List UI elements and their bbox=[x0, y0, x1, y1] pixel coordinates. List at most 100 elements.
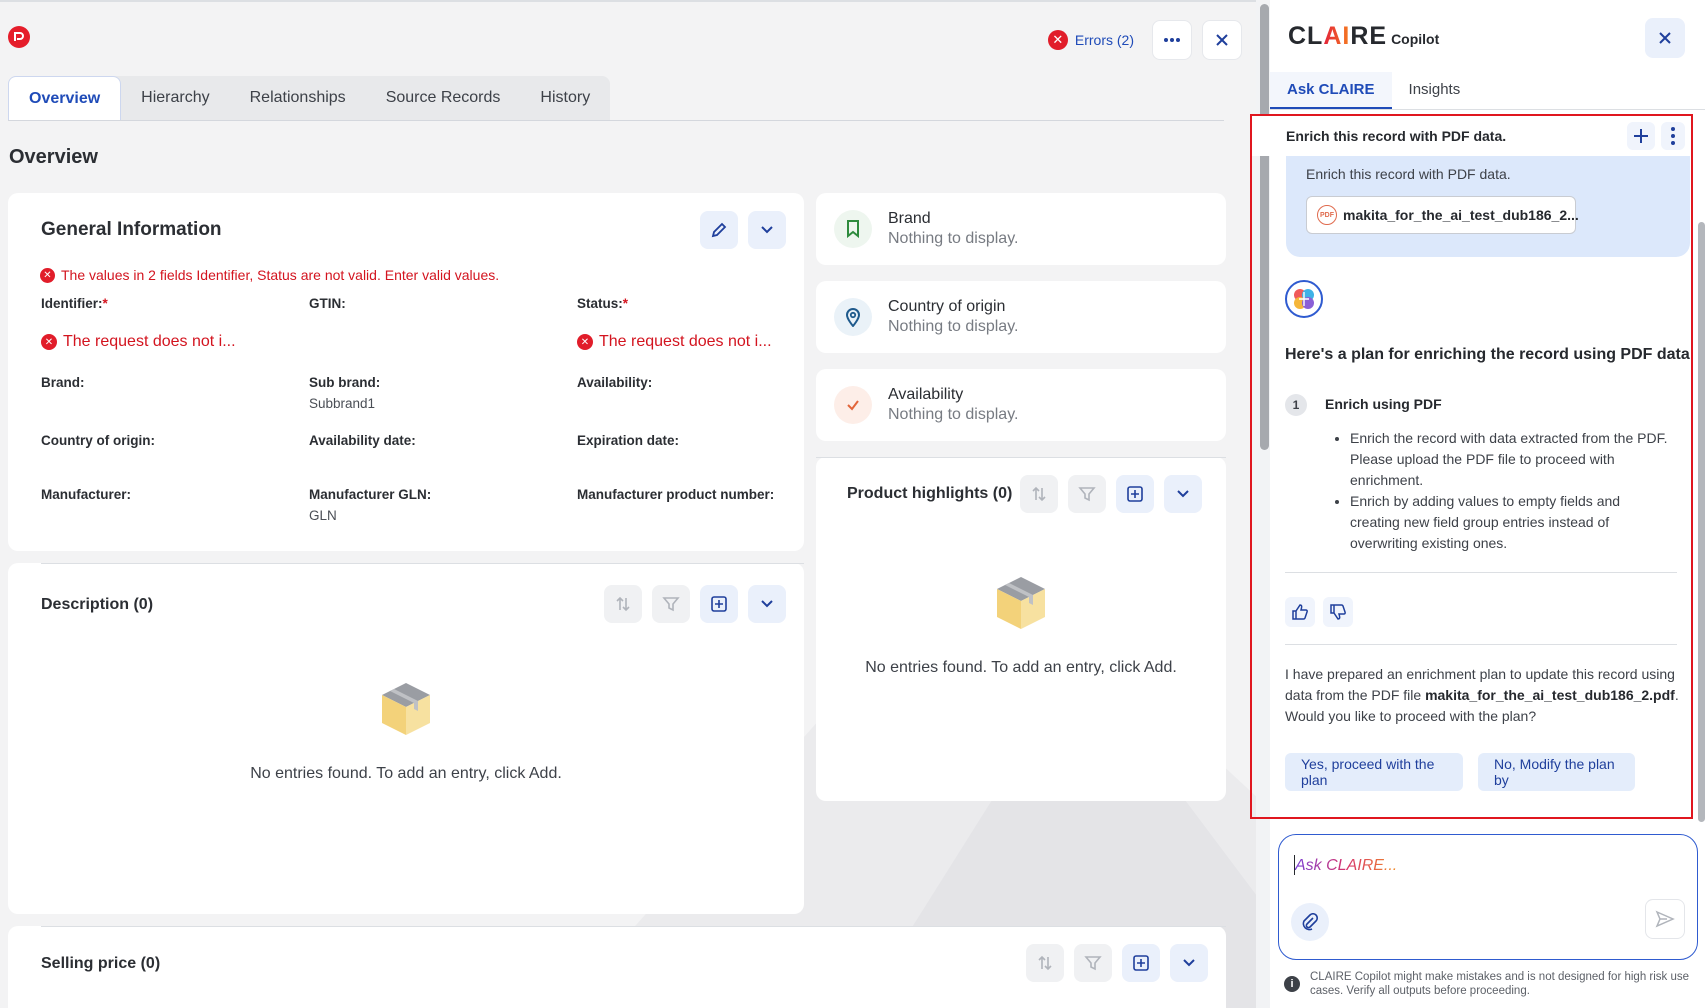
close-record-button[interactable] bbox=[1202, 20, 1242, 60]
attach-file-button[interactable] bbox=[1291, 903, 1329, 941]
new-conversation-button[interactable] bbox=[1627, 122, 1655, 150]
availability-card-title: Availability bbox=[888, 386, 964, 403]
more-vertical-icon bbox=[1671, 127, 1675, 145]
more-options-button[interactable] bbox=[1152, 20, 1192, 60]
thumbs-down-button[interactable] bbox=[1323, 597, 1353, 627]
field-manufacturer-product-number: Manufacturer product number: bbox=[577, 487, 774, 502]
sort-button[interactable] bbox=[1026, 944, 1064, 982]
required-marker: * bbox=[102, 296, 108, 311]
country-of-origin-card-title: Country of origin bbox=[888, 298, 1006, 315]
pencil-icon bbox=[711, 222, 727, 238]
conversation-title: Enrich this record with PDF data. bbox=[1286, 128, 1507, 144]
brand-label: Brand: bbox=[41, 375, 85, 390]
copilot-tabs: Ask CLAIRE Insights bbox=[1270, 72, 1705, 110]
manufacturer-product-number-label: Manufacturer product number: bbox=[577, 487, 775, 502]
error-icon: ✕ bbox=[41, 334, 57, 350]
modify-plan-button[interactable]: No, Modify the plan by bbox=[1478, 753, 1635, 791]
add-square-icon bbox=[711, 596, 727, 612]
conversation-header: Enrich this record with PDF data. bbox=[1252, 116, 1691, 156]
close-copilot-button[interactable] bbox=[1645, 18, 1685, 58]
thumbs-up-icon bbox=[1292, 604, 1308, 620]
brand-card: Brand Nothing to display. bbox=[816, 193, 1226, 265]
empty-box-icon bbox=[997, 577, 1045, 629]
product-highlights-actions bbox=[1020, 475, 1202, 513]
country-of-origin-card: Country of origin Nothing to display. bbox=[816, 281, 1226, 353]
field-expiration-date: Expiration date: bbox=[577, 433, 679, 448]
product-highlights-card: Product highlights (0) No entries found.… bbox=[816, 457, 1226, 801]
add-entry-button[interactable] bbox=[700, 585, 738, 623]
general-information-title: General Information bbox=[41, 219, 222, 240]
ai-disclaimer: i CLAIRE Copilot might make mistakes and… bbox=[1284, 970, 1694, 998]
required-marker: * bbox=[622, 296, 629, 311]
availability-date-label: Availability date: bbox=[309, 433, 416, 448]
tab-history[interactable]: History bbox=[520, 76, 610, 120]
add-entry-button[interactable] bbox=[1122, 944, 1160, 982]
sort-button[interactable] bbox=[1020, 475, 1058, 513]
errors-label: Errors (2) bbox=[1074, 32, 1134, 48]
collapse-button[interactable] bbox=[1164, 475, 1202, 513]
pdf-file-icon: PDF bbox=[1317, 205, 1337, 225]
identifier-error-text: The request does not i... bbox=[63, 333, 236, 350]
identifier-error[interactable]: ✕ The request does not i... bbox=[41, 333, 236, 351]
filter-button[interactable] bbox=[1068, 475, 1106, 513]
copilot-label: Copilot bbox=[1391, 31, 1440, 47]
proceed-plan-button[interactable]: Yes, proceed with the plan bbox=[1285, 753, 1463, 791]
sort-icon bbox=[616, 596, 630, 612]
empty-box-icon bbox=[382, 683, 430, 735]
app-logo[interactable] bbox=[8, 26, 30, 48]
ask-claire-input-box[interactable]: Ask CLAIRE... bbox=[1278, 834, 1698, 960]
status-error[interactable]: ✕ The request does not i... bbox=[577, 333, 772, 351]
collapse-button[interactable] bbox=[1170, 944, 1208, 982]
description-title: Description (0) bbox=[41, 596, 154, 613]
logo-icon bbox=[14, 32, 24, 41]
conversation-area: Enrich this record with PDF data. Enrich… bbox=[1250, 114, 1693, 819]
add-entry-button[interactable] bbox=[1116, 475, 1154, 513]
field-sub-brand: Sub brand: Subbrand1 bbox=[309, 375, 380, 411]
attachment-chip[interactable]: PDF makita_for_the_ai_test_dub186_2... bbox=[1306, 196, 1579, 234]
attachment-name: makita_for_the_ai_test_dub186_2... bbox=[1343, 207, 1579, 223]
step-bullet: Enrich by adding values to empty fields … bbox=[1350, 491, 1670, 554]
tab-ask-claire[interactable]: Ask CLAIRE bbox=[1270, 72, 1392, 109]
availability-label: Availability: bbox=[577, 375, 653, 390]
tab-overview[interactable]: Overview bbox=[8, 76, 122, 121]
field-identifier: Identifier:* bbox=[41, 296, 108, 311]
thumbs-down-icon bbox=[1330, 604, 1346, 620]
filter-button[interactable] bbox=[1074, 944, 1112, 982]
selling-price-actions bbox=[1026, 944, 1208, 982]
send-button[interactable] bbox=[1645, 899, 1685, 939]
copilot-brand: CLAIRE Copilot bbox=[1288, 22, 1439, 51]
copilot-scrollbar[interactable] bbox=[1698, 222, 1705, 822]
product-highlights-empty-state: No entries found. To add an entry, click… bbox=[816, 575, 1226, 677]
tab-hierarchy[interactable]: Hierarchy bbox=[121, 76, 229, 120]
ask-claire-input[interactable]: Ask CLAIRE... bbox=[1295, 857, 1397, 875]
conversation-menu-button[interactable] bbox=[1661, 122, 1685, 150]
collapse-button[interactable] bbox=[748, 585, 786, 623]
claire-copilot-panel: CLAIRE Copilot Ask CLAIRE Insights Enric… bbox=[1250, 0, 1705, 1008]
tab-source-records[interactable]: Source Records bbox=[366, 76, 521, 120]
field-manufacturer-gln: Manufacturer GLN: GLN bbox=[309, 487, 431, 523]
product-highlights-title: Product highlights (0) bbox=[847, 485, 1013, 502]
info-icon: i bbox=[1284, 976, 1300, 992]
gtin-label: GTIN: bbox=[309, 296, 346, 311]
country-of-origin-label: Country of origin: bbox=[41, 433, 155, 448]
filter-icon bbox=[662, 597, 680, 612]
assistant-reply: I have prepared an enrichment plan to up… bbox=[1285, 666, 1679, 724]
thumbs-up-button[interactable] bbox=[1285, 597, 1315, 627]
paperclip-icon bbox=[1302, 913, 1319, 931]
tab-relationships[interactable]: Relationships bbox=[230, 76, 366, 120]
edit-button[interactable] bbox=[700, 211, 738, 249]
tab-insights[interactable]: Insights bbox=[1392, 72, 1478, 109]
filter-icon bbox=[1084, 956, 1102, 971]
sort-button[interactable] bbox=[604, 585, 642, 623]
add-square-icon bbox=[1127, 486, 1143, 502]
filter-button[interactable] bbox=[652, 585, 690, 623]
record-editor: ✕ Errors (2) Overview Hierarchy Relation… bbox=[0, 0, 1256, 1008]
feedback-divider-top bbox=[1285, 572, 1677, 573]
description-card: Description (0) No entries found. To add… bbox=[8, 563, 804, 914]
collapse-button[interactable] bbox=[748, 211, 786, 249]
add-square-icon bbox=[1133, 955, 1149, 971]
close-icon bbox=[1216, 34, 1228, 46]
errors-link[interactable]: ✕ Errors (2) bbox=[1047, 30, 1134, 50]
field-manufacturer: Manufacturer: bbox=[41, 487, 131, 502]
step-bullet: Enrich the record with data extracted fr… bbox=[1350, 428, 1670, 491]
